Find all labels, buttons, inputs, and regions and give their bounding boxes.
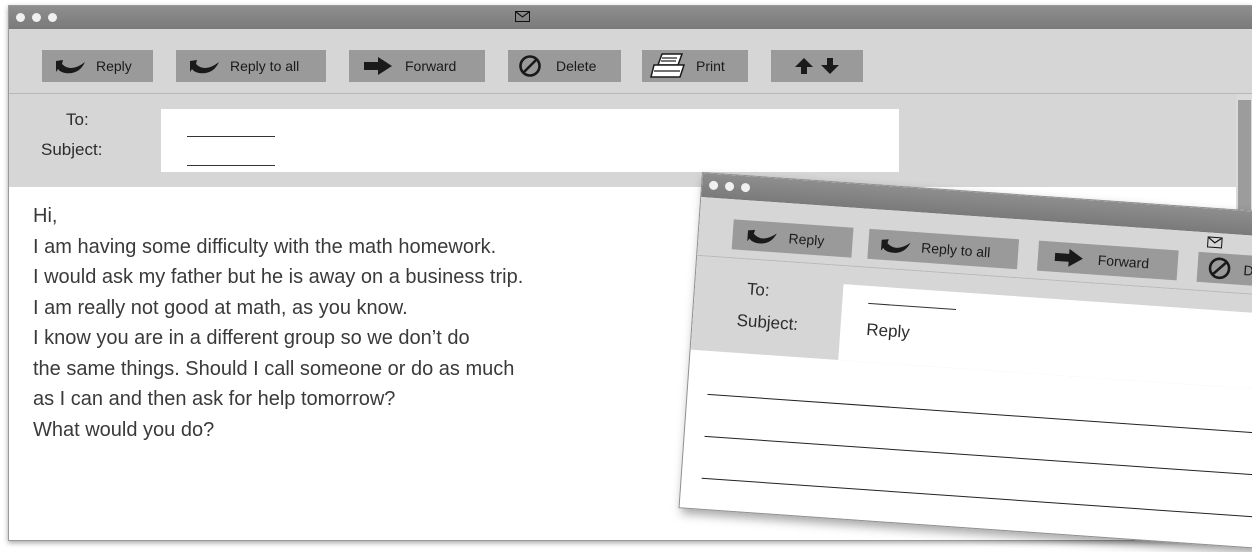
minimize-window-button[interactable] xyxy=(32,13,41,22)
delete-button[interactable]: D xyxy=(1196,251,1252,289)
reply-to-all-button-label: Reply to all xyxy=(920,239,991,261)
reply-to-all-button[interactable]: Reply to all xyxy=(176,50,326,82)
reply-header-fields: Reply xyxy=(838,284,1252,397)
printer-icon xyxy=(650,53,686,78)
up-arrow-icon[interactable] xyxy=(794,57,814,75)
reply-arrow-icon xyxy=(56,60,85,74)
down-arrow-icon[interactable] xyxy=(820,57,840,75)
message-body: Hi, I am having some difficulty with the… xyxy=(33,201,523,445)
to-field[interactable] xyxy=(187,136,275,137)
toolbar: Reply Reply to all Forward Delete Print xyxy=(9,29,1252,94)
forward-arrow-icon xyxy=(1054,248,1083,267)
body-line: I am really not good at math, as you kno… xyxy=(33,296,408,319)
reply-all-arrow-icon xyxy=(190,60,219,74)
delete-button-label: Delete xyxy=(556,58,597,74)
subject-field[interactable] xyxy=(187,165,275,166)
reply-body-line xyxy=(707,393,1252,440)
envelope-icon xyxy=(1206,236,1223,249)
reply-body-line xyxy=(704,435,1252,482)
subject-label: Subject: xyxy=(736,310,799,335)
body-line: I know you are in a different group so w… xyxy=(33,327,470,349)
prev-next-buttons xyxy=(771,50,863,82)
no-symbol-icon xyxy=(519,55,541,77)
title-bar xyxy=(9,6,1252,29)
to-label: To: xyxy=(746,279,771,300)
reply-arrow-icon xyxy=(747,229,777,244)
body-line: the same things. Should I call someone o… xyxy=(33,357,515,380)
reply-to-all-button-label: Reply to all xyxy=(230,58,300,74)
forward-button[interactable]: Forward xyxy=(1036,240,1179,281)
delete-button[interactable]: Delete xyxy=(508,50,621,82)
reply-button-label: Reply xyxy=(788,230,825,249)
body-line: I am having some difficulty with the mat… xyxy=(33,235,497,258)
reply-close-window-button[interactable] xyxy=(708,180,719,191)
reply-window: Reply Reply to all Forward D To: Subject… xyxy=(678,172,1252,552)
forward-button-label: Forward xyxy=(405,58,457,74)
reply-zoom-window-button[interactable] xyxy=(740,182,751,193)
delete-button-label: D xyxy=(1242,262,1252,279)
envelope-icon xyxy=(515,11,530,22)
subject-label: Subject: xyxy=(41,140,103,159)
print-button-label: Print xyxy=(696,58,725,74)
zoom-window-button[interactable] xyxy=(48,13,57,22)
body-line: I would ask my father but he is away on … xyxy=(33,266,524,288)
forward-button-label: Forward xyxy=(1097,251,1150,272)
reply-button[interactable]: Reply xyxy=(731,219,854,258)
reply-minimize-window-button[interactable] xyxy=(724,181,735,192)
to-label: To: xyxy=(66,110,89,129)
reply-button-label: Reply xyxy=(96,58,132,74)
body-line: as I can and then ask for help tomorrow? xyxy=(33,388,396,410)
forward-button[interactable]: Forward xyxy=(349,50,485,82)
reply-all-arrow-icon xyxy=(880,239,911,253)
forward-arrow-icon xyxy=(364,57,392,75)
print-button[interactable]: Print xyxy=(642,50,748,82)
header-fields xyxy=(161,109,899,172)
no-symbol-icon xyxy=(1208,257,1231,280)
reply-button[interactable]: Reply xyxy=(42,50,153,82)
subject-field[interactable]: Reply xyxy=(866,320,911,343)
body-line: What would you do? xyxy=(33,418,215,441)
to-field[interactable] xyxy=(868,302,957,311)
close-window-button[interactable] xyxy=(16,13,25,22)
message-header: To: Subject: xyxy=(9,94,1252,187)
body-line: Hi, xyxy=(33,205,58,227)
reply-to-all-button[interactable]: Reply to all xyxy=(867,228,1020,270)
